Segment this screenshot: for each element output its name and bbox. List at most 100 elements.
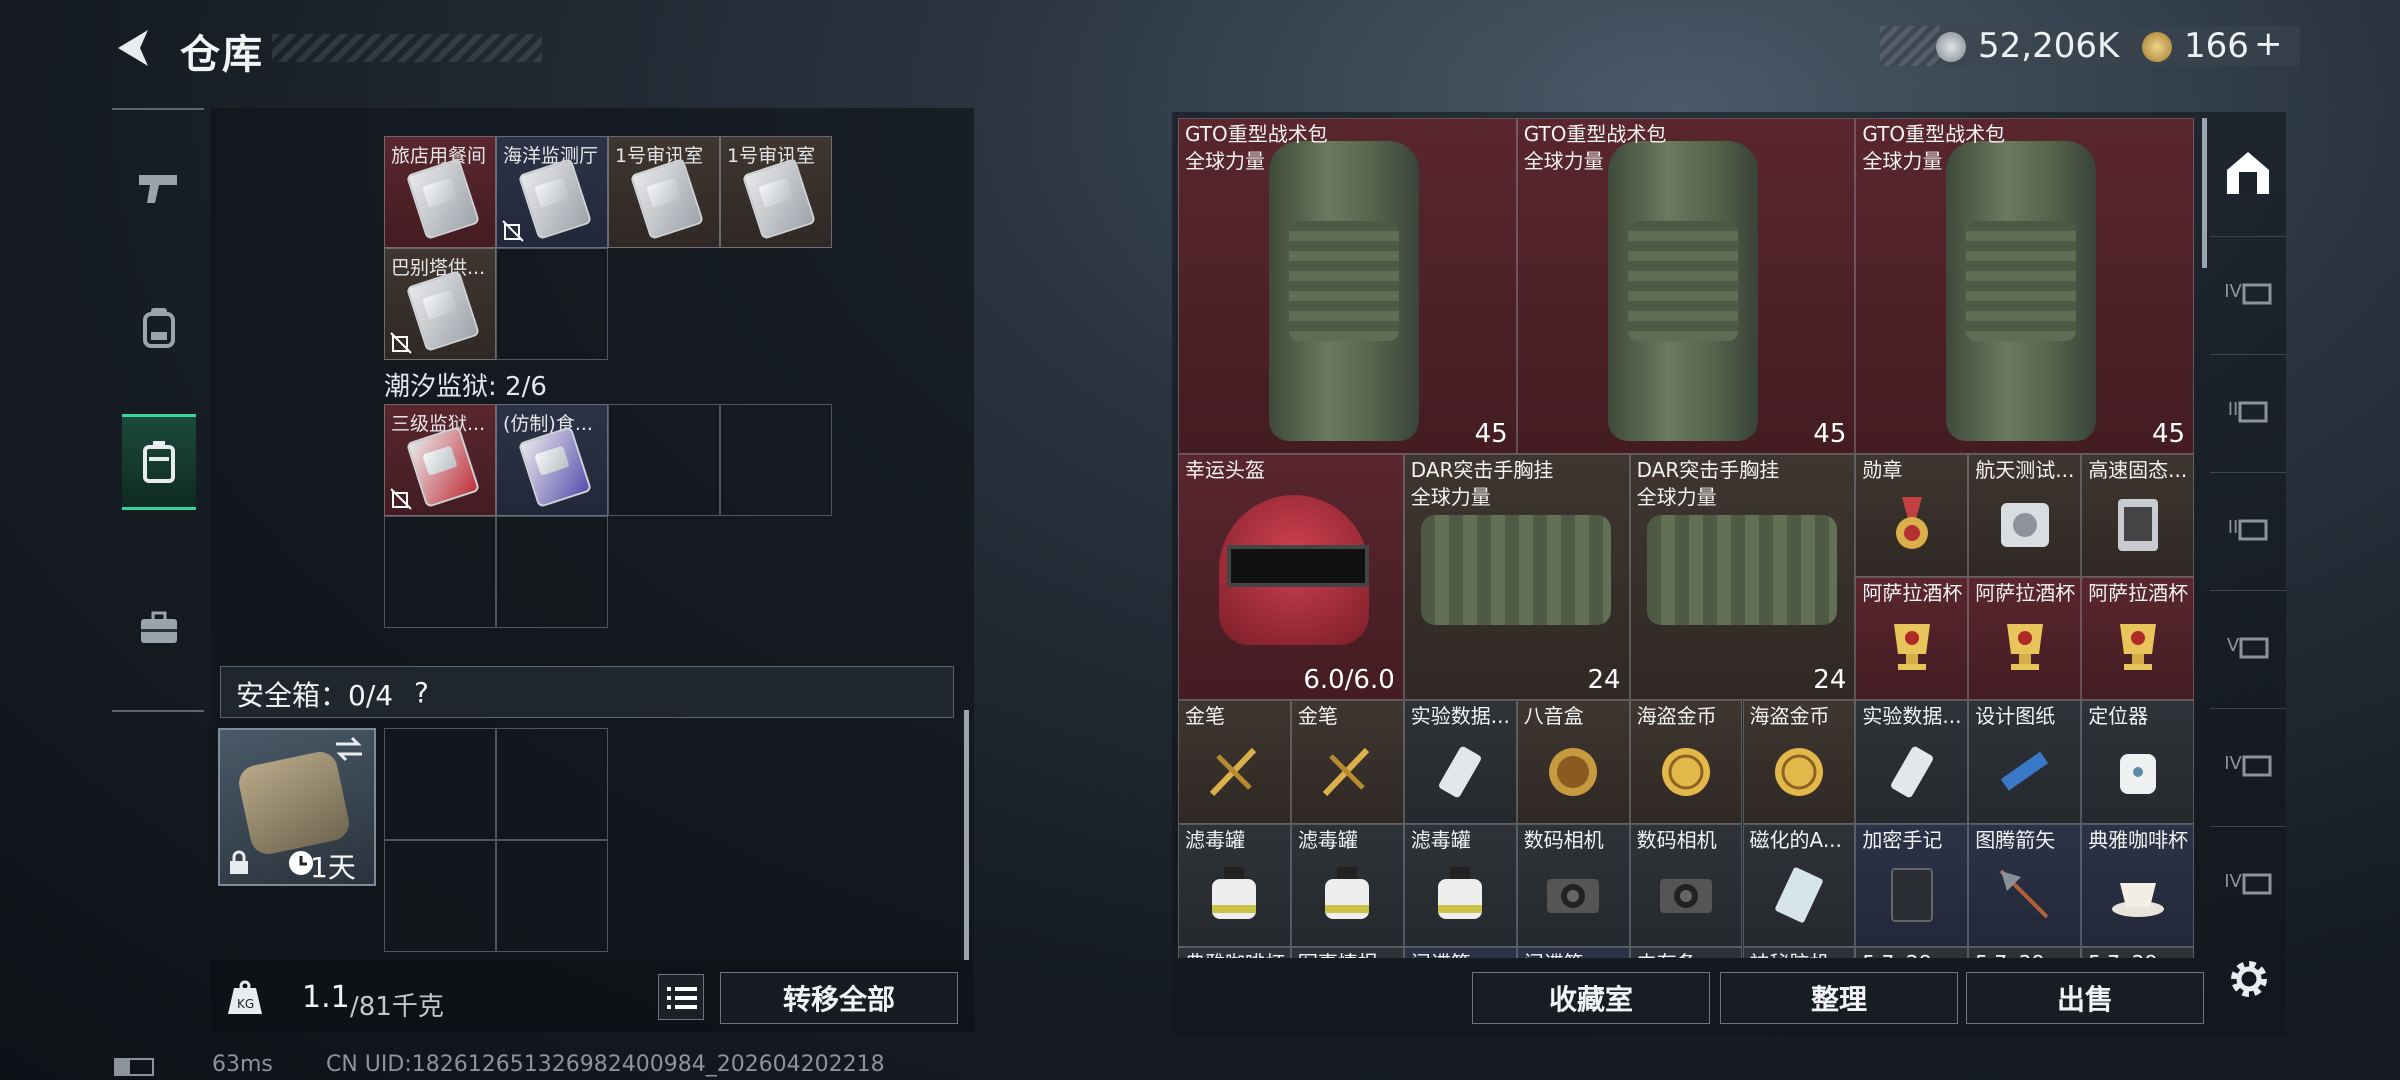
keycard-slot[interactable]: (仿制)食... — [496, 404, 608, 516]
nav-containers[interactable] — [122, 414, 196, 510]
stash-item[interactable]: 设计图纸 — [1968, 700, 2082, 824]
no-bind-icon — [502, 220, 524, 242]
stash-item[interactable]: 典雅咖啡杯 — [1178, 946, 1291, 958]
stash-tab-icon — [2242, 873, 2272, 894]
tab-stash-IV-c[interactable]: IV — [2210, 826, 2286, 936]
stash-item[interactable]: 典雅咖啡杯 — [2081, 823, 2194, 947]
stash-item[interactable]: 实验数据... — [1855, 700, 1969, 824]
tag-icon — [2108, 742, 2168, 802]
stash-item[interactable]: 高速固态... — [2081, 454, 2194, 578]
weight-icon: KG — [228, 980, 262, 1014]
keycard-icon — [741, 158, 817, 240]
help-button[interactable]: ? — [414, 676, 429, 709]
backpack-icon — [143, 308, 175, 348]
stash-item[interactable]: 阿萨拉酒杯 — [1968, 577, 2082, 701]
stash-item[interactable]: 勋章 — [1855, 454, 1969, 578]
tab-stash-V[interactable]: V — [2210, 590, 2286, 700]
cup-icon — [2108, 618, 2168, 678]
safe-slot[interactable] — [496, 728, 608, 840]
add-gem-button[interactable]: + — [2254, 24, 2283, 64]
stash-item[interactable]: 图腾箭矢 — [1968, 823, 2082, 947]
toolbox-icon — [141, 611, 177, 643]
stash-item[interactable]: 军事情报 — [1290, 946, 1404, 958]
stash-item[interactable]: 阿萨拉酒杯 — [2081, 577, 2194, 701]
scrollbar[interactable] — [964, 710, 969, 960]
list-view-button[interactable] — [658, 974, 704, 1020]
keycard-slot[interactable]: 1号审讯室 — [720, 136, 832, 248]
stash-item[interactable]: DAR突击手胸挂 全球力量 24 — [1403, 454, 1630, 701]
ssd-icon — [2108, 495, 2168, 555]
stash-item[interactable]: 实验数据... — [1403, 700, 1517, 824]
transfer-all-button[interactable]: 转移全部 — [720, 972, 958, 1024]
stash-item[interactable]: 金笔 — [1290, 700, 1404, 824]
keycard-slot[interactable]: 海洋监测厅 — [496, 136, 608, 248]
stash-item[interactable]: 航天测试... — [1968, 454, 2082, 578]
tab-stash-IV[interactable]: IV — [2210, 236, 2286, 346]
stash-item[interactable]: 滤毒罐 — [1403, 823, 1517, 947]
safe-slot[interactable] — [496, 840, 608, 952]
stash-item[interactable]: DAR突击手胸挂 全球力量 24 — [1629, 454, 1856, 701]
svg-text:KG: KG — [237, 997, 254, 1011]
scrollbar[interactable] — [2202, 118, 2207, 268]
empty-slot[interactable] — [384, 516, 496, 628]
stash-item[interactable]: 数码相机 — [1516, 823, 1630, 947]
tab-stash-II-b[interactable]: II — [2210, 472, 2286, 582]
stash-item[interactable]: 数码相机 — [1629, 823, 1743, 947]
stash-item[interactable]: 滤毒罐 — [1178, 823, 1291, 947]
stash-item[interactable]: 幸运头盔 6.0/6.0 — [1178, 454, 1404, 701]
keycard-slot[interactable]: 旅店用餐间 — [384, 136, 496, 248]
stash-item[interactable]: 金笔 — [1178, 700, 1291, 824]
empty-slot[interactable] — [720, 404, 832, 516]
empty-slot[interactable] — [496, 516, 608, 628]
keycard-slot[interactable]: 三级监狱... — [384, 404, 496, 516]
item-label: 加密手记 — [1862, 827, 1943, 852]
stash-item[interactable]: 5.7x28SS193 — [1968, 946, 2082, 958]
stash-item[interactable]: 海盗金币 — [1629, 700, 1743, 824]
stash-item[interactable]: GTO重型战术包 全球力量 45 — [1855, 118, 2194, 454]
nav-equipment[interactable] — [122, 280, 196, 376]
item-label: 航天测试... — [1975, 458, 2075, 482]
nav-supplies[interactable] — [122, 580, 196, 676]
stash-grid: GTO重型战术包 全球力量 45 GTO重型战术包 全球力量 45 GTO重型战术包 全球力量… — [1178, 118, 2194, 958]
stash-item[interactable]: 间谍笔 — [1516, 946, 1630, 958]
back-arrow-icon[interactable] — [112, 26, 156, 70]
stash-item[interactable]: 内存条 — [1629, 946, 1743, 958]
keycard-slot[interactable]: 1号审讯室 — [608, 136, 720, 248]
stash-item[interactable]: GTO重型战术包 全球力量 45 — [1516, 118, 1856, 454]
stash-item[interactable]: 加密手记 — [1855, 823, 1969, 947]
tab-home[interactable] — [2210, 118, 2286, 228]
tab-stash-II-a[interactable]: II — [2210, 354, 2286, 464]
nav-weapons[interactable] — [122, 140, 196, 236]
stash-item[interactable]: 5.7x28SS193 — [2081, 946, 2194, 958]
stash-item[interactable]: GTO重型战术包 全球力量 45 — [1178, 118, 1517, 454]
swap-icon[interactable] — [334, 736, 364, 762]
disk-icon — [1995, 495, 2055, 555]
stash-item[interactable]: 间谍笔 — [1403, 946, 1517, 958]
stash-item[interactable]: 5.7x28SS190 — [1855, 946, 1969, 958]
stash-item[interactable]: 神秘脑机... — [1742, 946, 1856, 958]
item-subtitle: 全球力量 — [1185, 149, 1265, 173]
item-label: GTO重型战术包 — [1862, 122, 2006, 146]
item-label: 八音盒 — [1523, 704, 1584, 729]
keycard-slot[interactable]: 巴别塔供... — [384, 248, 496, 360]
stash-item[interactable]: 海盗金币 — [1742, 700, 1856, 824]
item-label: 间谍笔 — [1411, 952, 1471, 958]
coin-icon — [1936, 32, 1966, 62]
sell-button[interactable]: 出售 — [1966, 972, 2204, 1024]
tab-stash-IV-b[interactable]: IV — [2210, 708, 2286, 818]
stash-item[interactable]: 定位器 — [2081, 700, 2194, 824]
stash-item[interactable]: 磁化的A... — [1742, 823, 1856, 947]
empty-slot[interactable] — [496, 248, 608, 360]
sort-button[interactable]: 整理 — [1720, 972, 1958, 1024]
safe-slot[interactable] — [384, 728, 496, 840]
stash-item[interactable]: 八音盒 — [1516, 700, 1630, 824]
collection-room-button[interactable]: 收藏室 — [1472, 972, 1710, 1024]
empty-slot[interactable] — [608, 404, 720, 516]
title-decoration — [272, 34, 542, 62]
stash-item[interactable]: 滤毒罐 — [1290, 823, 1404, 947]
backpack-image — [1269, 141, 1419, 441]
settings-gear-icon[interactable] — [2224, 954, 2274, 1004]
item-subtitle: 全球力量 — [1862, 149, 1943, 173]
safe-slot[interactable] — [384, 840, 496, 952]
stash-item[interactable]: 阿萨拉酒杯 — [1855, 577, 1969, 701]
